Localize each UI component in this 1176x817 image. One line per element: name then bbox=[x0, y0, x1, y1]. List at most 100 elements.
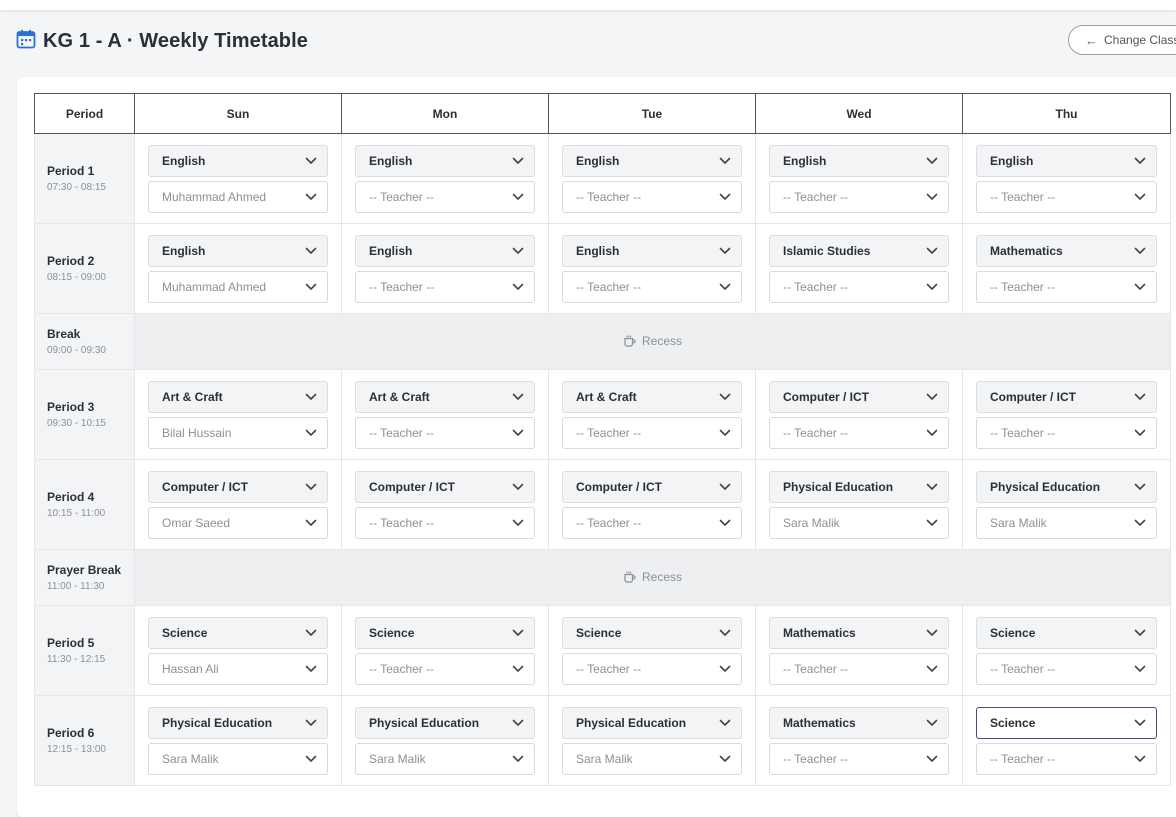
subject-select[interactable]: Science bbox=[976, 616, 1157, 649]
slot-cell: Science -- Teacher -- bbox=[341, 605, 549, 696]
subject-select[interactable]: English bbox=[148, 144, 328, 177]
chevron-down-icon bbox=[926, 393, 938, 400]
subject-select[interactable]: Science bbox=[148, 616, 328, 649]
teacher-select[interactable]: -- Teacher -- bbox=[769, 742, 949, 775]
subject-select[interactable]: Computer / ICT bbox=[769, 380, 949, 413]
subject-select[interactable]: English bbox=[355, 144, 535, 177]
slot-cell: English -- Teacher -- bbox=[548, 133, 756, 224]
slot-cell: Science Hassan Ali bbox=[134, 605, 342, 696]
subject-select[interactable]: Physical Education bbox=[355, 706, 535, 739]
subject-select[interactable]: English bbox=[355, 234, 535, 267]
teacher-select[interactable]: -- Teacher -- bbox=[769, 180, 949, 213]
teacher-select[interactable]: -- Teacher -- bbox=[976, 416, 1157, 449]
period-name: Period 2 bbox=[47, 254, 95, 268]
teacher-select[interactable]: Bilal Hussain bbox=[148, 416, 328, 449]
teacher-select[interactable]: Sara Malik bbox=[562, 742, 742, 775]
teacher-select[interactable]: -- Teacher -- bbox=[562, 506, 742, 539]
teacher-select[interactable]: -- Teacher -- bbox=[769, 416, 949, 449]
subject-select[interactable]: English bbox=[976, 144, 1157, 177]
slot-cell: Computer / ICT -- Teacher -- bbox=[755, 369, 963, 460]
subject-select[interactable]: Physical Education bbox=[148, 706, 328, 739]
subject-select[interactable]: Mathematics bbox=[769, 706, 949, 739]
subject-select[interactable]: Science bbox=[355, 616, 535, 649]
period-row: Period 6 12:15 - 13:00 Physical Education S… bbox=[34, 695, 1171, 786]
chevron-down-icon bbox=[1134, 247, 1146, 254]
chevron-down-icon bbox=[926, 193, 938, 200]
teacher-select[interactable]: -- Teacher -- bbox=[355, 416, 535, 449]
teacher-value: Muhammad Ahmed bbox=[162, 279, 267, 294]
teacher-select[interactable]: Omar Saeed bbox=[148, 506, 328, 539]
teacher-select[interactable]: -- Teacher -- bbox=[976, 270, 1157, 303]
teacher-select[interactable]: -- Teacher -- bbox=[562, 416, 742, 449]
subject-select[interactable]: Mathematics bbox=[976, 234, 1157, 267]
teacher-select[interactable]: -- Teacher -- bbox=[976, 742, 1157, 775]
page-header: KG 1 - A · Weekly Timetable bbox=[16, 24, 1176, 58]
chevron-down-icon bbox=[1134, 519, 1146, 526]
teacher-select[interactable]: Sara Malik bbox=[355, 742, 535, 775]
period-row: Period 2 08:15 - 09:00 English Muhammad Ahm… bbox=[34, 223, 1171, 314]
subject-select[interactable]: Mathematics bbox=[769, 616, 949, 649]
subject-select[interactable]: Physical Education bbox=[769, 470, 949, 503]
slot-cell: English -- Teacher -- bbox=[548, 223, 756, 314]
subject-select[interactable]: Art & Craft bbox=[562, 380, 742, 413]
period-label-cell: Period 5 11:30 - 12:15 bbox=[34, 605, 135, 696]
subject-value: English bbox=[369, 153, 413, 168]
chevron-down-icon bbox=[719, 719, 731, 726]
teacher-select[interactable]: Muhammad Ahmed bbox=[148, 180, 328, 213]
subject-select[interactable]: Science bbox=[562, 616, 742, 649]
subject-select[interactable]: Art & Craft bbox=[355, 380, 535, 413]
teacher-value: -- Teacher -- bbox=[783, 661, 849, 676]
teacher-select[interactable]: -- Teacher -- bbox=[355, 652, 535, 685]
subject-value: English bbox=[369, 243, 413, 258]
teacher-select[interactable]: -- Teacher -- bbox=[562, 270, 742, 303]
subject-select[interactable]: English bbox=[148, 234, 328, 267]
subject-select[interactable]: Computer / ICT bbox=[148, 470, 328, 503]
teacher-select[interactable]: -- Teacher -- bbox=[355, 270, 535, 303]
subject-select[interactable]: English bbox=[562, 144, 742, 177]
chevron-down-icon bbox=[512, 157, 524, 164]
subject-select[interactable]: Physical Education bbox=[562, 706, 742, 739]
teacher-value: -- Teacher -- bbox=[990, 661, 1056, 676]
slot-cell: English -- Teacher -- bbox=[962, 133, 1171, 224]
subject-select[interactable]: Computer / ICT bbox=[976, 380, 1157, 413]
subject-select[interactable]: Islamic Studies bbox=[769, 234, 949, 267]
teacher-select[interactable]: -- Teacher -- bbox=[355, 506, 535, 539]
subject-select[interactable]: English bbox=[562, 234, 742, 267]
teacher-select[interactable]: -- Teacher -- bbox=[355, 180, 535, 213]
chevron-down-icon bbox=[1134, 483, 1146, 490]
period-label-cell: Prayer Break 11:00 - 11:30 bbox=[34, 549, 135, 606]
subject-select[interactable]: Art & Craft bbox=[148, 380, 328, 413]
subject-select[interactable]: Computer / ICT bbox=[562, 470, 742, 503]
chevron-down-icon bbox=[305, 719, 317, 726]
period-label-cell: Period 1 07:30 - 08:15 bbox=[34, 133, 135, 224]
teacher-select[interactable]: Hassan Ali bbox=[148, 652, 328, 685]
chevron-down-icon bbox=[719, 429, 731, 436]
subject-value: Computer / ICT bbox=[369, 479, 455, 494]
break-row: Break 09:00 - 09:30 Recess bbox=[34, 313, 1171, 370]
subject-select[interactable]: Physical Education bbox=[976, 470, 1157, 503]
chevron-down-icon bbox=[719, 193, 731, 200]
teacher-select[interactable]: -- Teacher -- bbox=[562, 180, 742, 213]
teacher-select[interactable]: Sara Malik bbox=[976, 506, 1157, 539]
subject-value: English bbox=[783, 153, 827, 168]
period-time: 10:15 - 11:00 bbox=[47, 508, 106, 519]
teacher-select[interactable]: -- Teacher -- bbox=[976, 180, 1157, 213]
teacher-select[interactable]: -- Teacher -- bbox=[769, 652, 949, 685]
chevron-down-icon bbox=[1134, 193, 1146, 200]
teacher-select[interactable]: Muhammad Ahmed bbox=[148, 270, 328, 303]
change-class-button[interactable]: ← Change Class bbox=[1068, 25, 1176, 55]
teacher-select[interactable]: Sara Malik bbox=[769, 506, 949, 539]
teacher-value: -- Teacher -- bbox=[576, 425, 642, 440]
teacher-select[interactable]: -- Teacher -- bbox=[769, 270, 949, 303]
subject-select[interactable]: Computer / ICT bbox=[355, 470, 535, 503]
subject-select[interactable]: Science bbox=[976, 706, 1157, 739]
teacher-select[interactable]: Sara Malik bbox=[148, 742, 328, 775]
period-label-cell: Period 4 10:15 - 11:00 bbox=[34, 459, 135, 550]
chevron-down-icon bbox=[1134, 157, 1146, 164]
teacher-select[interactable]: -- Teacher -- bbox=[562, 652, 742, 685]
teacher-select[interactable]: -- Teacher -- bbox=[976, 652, 1157, 685]
subject-select[interactable]: English bbox=[769, 144, 949, 177]
subject-value: Mathematics bbox=[783, 715, 856, 730]
coffee-cup-icon bbox=[624, 571, 636, 583]
subject-value: Islamic Studies bbox=[783, 243, 871, 258]
